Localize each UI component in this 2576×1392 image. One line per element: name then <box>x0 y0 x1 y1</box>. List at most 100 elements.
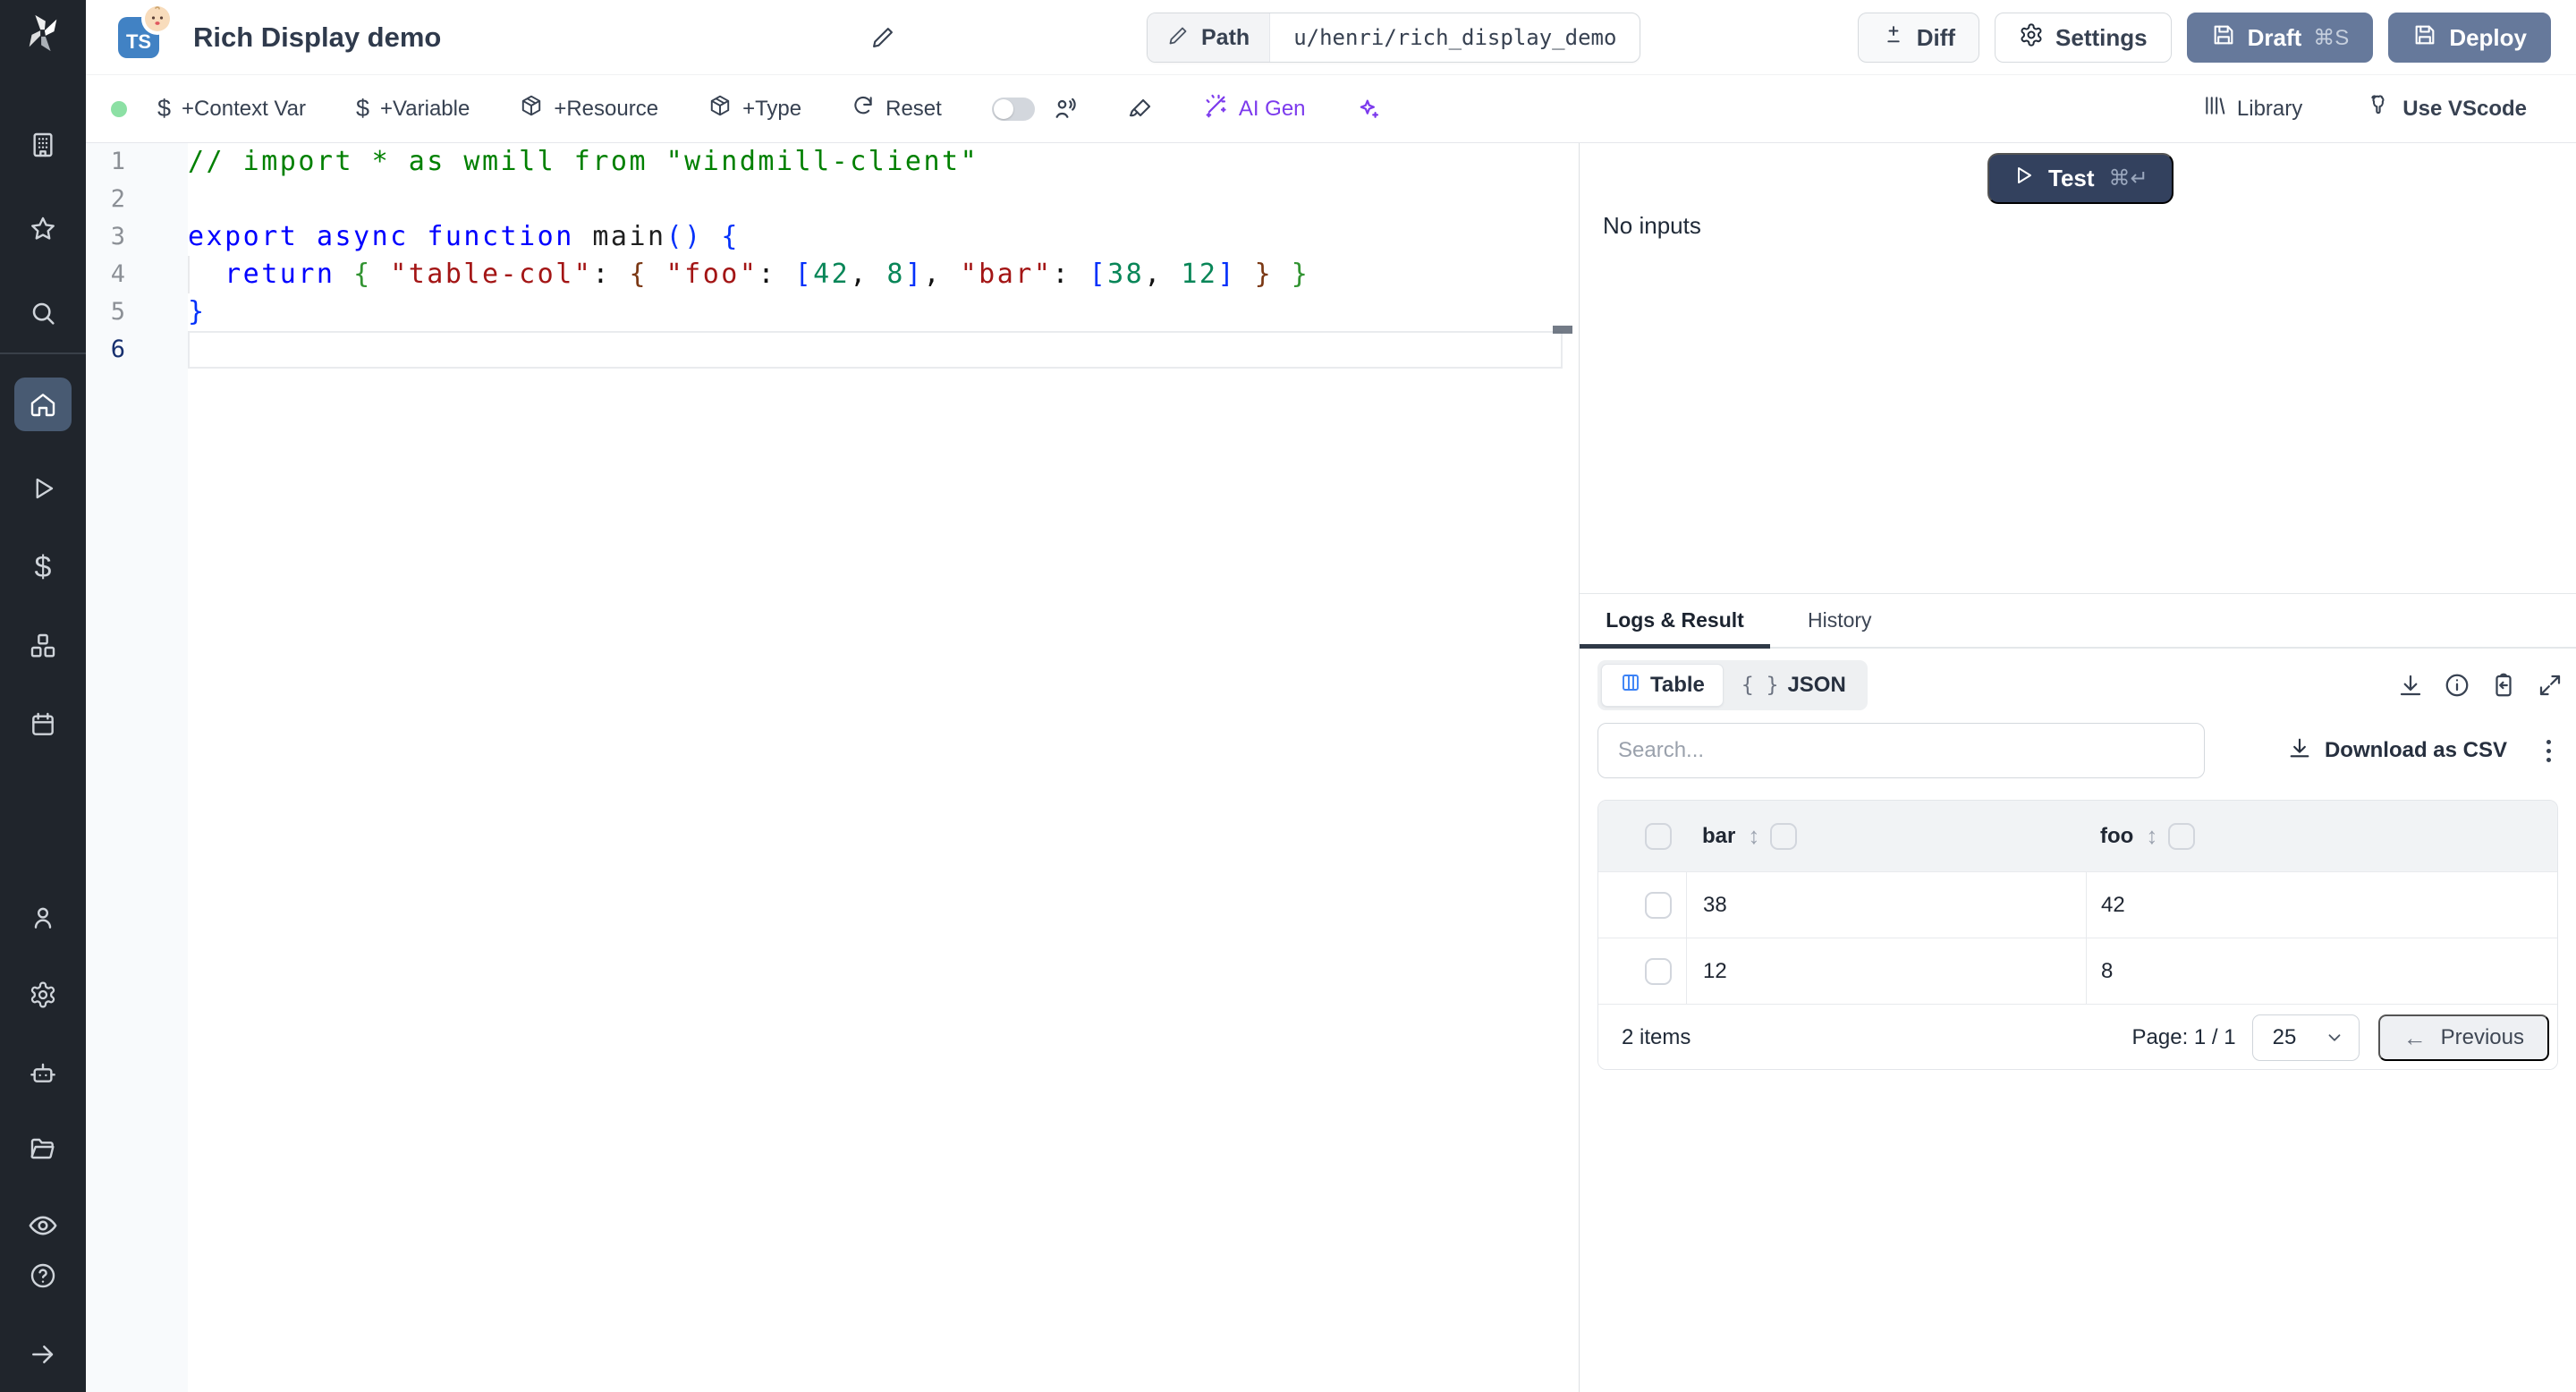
add-context-var-label: +Context Var <box>182 96 306 121</box>
sidebar-item-schedules[interactable] <box>14 703 72 746</box>
sidebar-item-workers[interactable] <box>14 1050 72 1093</box>
sidebar-item-variables[interactable]: $ <box>14 546 72 589</box>
tab-logs-result[interactable]: Logs & Result <box>1580 594 1770 649</box>
view-json-label: JSON <box>1787 673 1846 697</box>
editor-gutter: 1 2 3 4 5 6 <box>86 143 188 1392</box>
format-paintbrush-button[interactable] <box>1128 97 1153 122</box>
multiplayer-toggle[interactable] <box>991 97 1035 121</box>
sidebar-item-help[interactable] <box>14 1254 72 1297</box>
ai-gen-button[interactable]: AI Gen <box>1203 93 1306 124</box>
result-tabs: Logs & Result History <box>1580 593 2576 649</box>
table-body: 38 42 12 8 <box>1598 871 2557 1004</box>
add-type-button[interactable]: +Type <box>708 94 801 123</box>
dollar-icon: $ <box>356 95 370 122</box>
sidebar: $ <box>0 0 86 1392</box>
sort-icon[interactable]: ↕ <box>2146 822 2157 850</box>
sidebar-item-runs[interactable] <box>14 467 72 510</box>
code-line[interactable] <box>188 331 1563 369</box>
code-line[interactable]: // import * as wmill from "windmill-clie… <box>188 143 1579 181</box>
draft-button[interactable]: Draft ⌘S <box>2186 13 2374 63</box>
eye-icon <box>28 1210 58 1241</box>
download-icon[interactable] <box>2397 672 2424 699</box>
table-row: 38 42 <box>1598 871 2557 938</box>
code-editor[interactable]: 1 2 3 4 5 6 // import * as wmill from "windmi… <box>86 143 1579 1392</box>
tab-history[interactable]: History <box>1770 594 1910 647</box>
calendar-icon <box>29 710 57 739</box>
typescript-badge-label: TS <box>125 30 152 53</box>
path-value: u/henri/rich_display_demo <box>1293 25 1617 50</box>
sidebar-item-audit-logs[interactable] <box>14 1204 72 1247</box>
search-input[interactable] <box>1597 723 2205 778</box>
code-line[interactable]: } <box>188 293 1579 331</box>
sidebar-item-folders[interactable] <box>14 1127 72 1170</box>
sidebar-item-users[interactable] <box>14 896 72 939</box>
path-button[interactable]: Path u/henri/rich_display_demo <box>1147 13 1641 63</box>
clipboard-copy-icon[interactable] <box>2490 672 2517 699</box>
save-icon <box>2211 22 2236 54</box>
diff-button[interactable]: Diff <box>1857 13 1980 63</box>
page-size-select[interactable]: 25 <box>2251 1014 2360 1061</box>
line-number: 2 <box>110 185 125 213</box>
deploy-button[interactable]: Deploy <box>2388 13 2551 63</box>
settings-label: Settings <box>2055 23 2148 51</box>
sidebar-item-resources[interactable] <box>14 624 72 667</box>
test-shortcut: ⌘↵ <box>2108 166 2148 191</box>
sidebar-group-admin <box>0 896 86 1247</box>
home-icon <box>29 390 57 419</box>
sidebar-item-settings[interactable] <box>14 973 72 1016</box>
sidebar-item-expand[interactable] <box>14 1333 72 1376</box>
add-resource-button[interactable]: +Resource <box>520 94 658 123</box>
row-checkbox[interactable] <box>1645 957 1672 985</box>
use-vscode-button[interactable]: Use VScode <box>2367 93 2527 124</box>
row-checkbox[interactable] <box>1645 891 1672 919</box>
library-icon <box>2203 94 2226 123</box>
indent-guide <box>188 256 190 293</box>
building-icon <box>29 131 57 159</box>
previous-label: Previous <box>2440 1025 2524 1049</box>
result-view-row: Table { } JSON <box>1597 660 2563 710</box>
reset-button[interactable]: Reset <box>852 94 942 123</box>
kebab-menu-icon[interactable] <box>2541 734 2556 768</box>
sort-icon[interactable]: ↕ <box>1748 822 1759 850</box>
view-json-option[interactable]: { } JSON <box>1724 664 1864 707</box>
topbar-actions: Diff Settings Draft ⌘S Deploy <box>1857 13 2551 63</box>
save-icon <box>2412 22 2437 54</box>
code-line[interactable]: export async function main() { <box>188 218 1579 256</box>
test-button[interactable]: Test ⌘↵ <box>1987 153 2174 204</box>
edit-summary-pencil-icon[interactable] <box>870 25 895 50</box>
column-checkbox-bar[interactable] <box>1770 822 1798 850</box>
sidebar-item-search[interactable] <box>14 292 72 335</box>
editor-code[interactable]: // import * as wmill from "windmill-clie… <box>188 143 1579 1392</box>
code-line[interactable]: return { "table-col": { "foo": [42, 8], … <box>188 256 1579 293</box>
settings-button[interactable]: Settings <box>1995 13 2172 63</box>
library-button[interactable]: Library <box>2203 94 2302 123</box>
column-checkbox-foo[interactable] <box>2168 822 2196 850</box>
add-variable-label: +Variable <box>380 96 470 121</box>
select-all-checkbox[interactable] <box>1645 822 1672 850</box>
previous-page-button[interactable]: ← Previous <box>2377 1014 2549 1061</box>
add-variable-button[interactable]: $ +Variable <box>356 95 470 123</box>
toolbar-right: Library Use VScode <box>2203 93 2527 124</box>
view-table-option[interactable]: Table <box>1601 664 1724 707</box>
windmill-logo-icon[interactable] <box>0 13 86 54</box>
download-csv-button[interactable]: Download as CSV <box>2287 735 2507 767</box>
add-context-var-button[interactable]: $ +Context Var <box>157 95 306 123</box>
test-label: Test <box>2048 165 2095 191</box>
sidebar-item-home[interactable] <box>14 378 72 431</box>
table-cell: 8 <box>2086 938 2557 1004</box>
topbar: TS Rich Display demo Path u/henri/rich_d… <box>86 0 2576 75</box>
gear-icon <box>29 980 57 1009</box>
info-icon[interactable] <box>2444 672 2470 699</box>
header-cell-bar: bar ↕ <box>1686 801 2086 871</box>
sidebar-item-workspace[interactable] <box>14 123 72 166</box>
sparkles-icon[interactable] <box>1356 97 1381 122</box>
toolbar-left: $ +Context Var $ +Variable +Resource +Ty… <box>157 93 1381 124</box>
deploy-label: Deploy <box>2449 23 2527 51</box>
sidebar-item-favorites[interactable] <box>14 208 72 250</box>
column-label-bar: bar <box>1702 823 1736 848</box>
row-select-cell <box>1598 872 1686 938</box>
code-line[interactable] <box>188 181 1579 218</box>
download-icon <box>2287 735 2312 767</box>
expand-icon[interactable] <box>2537 672 2563 699</box>
windmill-script-editor: $ TS Rich Display demo Path u/henri/rich… <box>0 0 2576 1392</box>
